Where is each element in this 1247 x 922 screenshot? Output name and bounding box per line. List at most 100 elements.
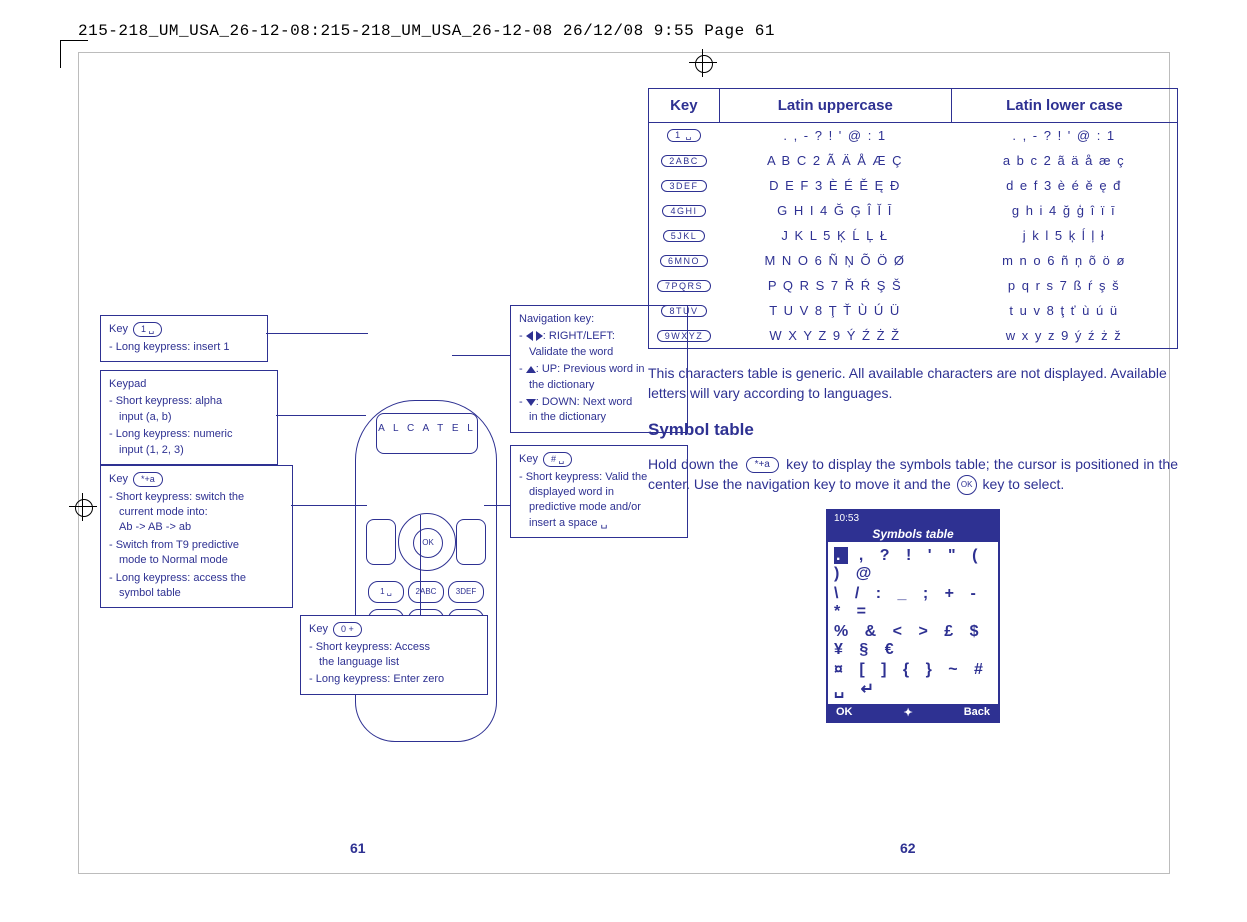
callout-title: Keypad bbox=[109, 378, 146, 390]
callout-line: symbol table bbox=[109, 586, 284, 601]
table-header-key: Key bbox=[649, 89, 720, 122]
key-badge-icon: 9WXYZ bbox=[657, 330, 712, 342]
table-lower-cell: d e f 3 è é ě ę đ bbox=[951, 173, 1177, 198]
registration-mark-icon bbox=[689, 49, 717, 77]
key-badge-icon: *+a bbox=[133, 472, 163, 487]
symbols-row: . , ? ! ' " ( ) @ bbox=[834, 546, 992, 584]
callout-line: input (1, 2, 3) bbox=[109, 443, 269, 458]
leader-line bbox=[452, 355, 510, 356]
key-badge-icon: 2ABC bbox=[661, 155, 707, 167]
callout-line: input (a, b) bbox=[109, 410, 269, 425]
ok-badge-icon: OK bbox=[957, 475, 977, 495]
table-key-cell: 4GHI bbox=[649, 198, 719, 223]
table-lower-cell: m n o 6 ñ ņ õ ö ø bbox=[951, 248, 1177, 273]
table-key-cell: 1 ␣ bbox=[649, 123, 719, 148]
callout-line: Ab -> AB -> ab bbox=[109, 520, 284, 535]
page-number-right: 62 bbox=[900, 840, 916, 856]
table-lower-cell: j k l 5 ķ ĺ ļ ł bbox=[951, 223, 1177, 248]
table-row: 3DEFD E F 3 È É Ě Ę Đd e f 3 è é ě ę đ bbox=[649, 173, 1177, 198]
leader-line bbox=[291, 505, 367, 506]
key-2-icon: 2ABC bbox=[408, 581, 444, 603]
key-badge-icon: *+a bbox=[746, 457, 779, 474]
triangle-left-icon bbox=[526, 331, 533, 341]
table-row: 9WXYZW X Y Z 9 Ý Ź Ż Žw x y z 9 ý ź ż ž bbox=[649, 323, 1177, 348]
nav-diamond-icon: ✦ bbox=[903, 706, 912, 719]
phone-brand-label: A L C A T E L bbox=[376, 413, 478, 454]
table-lower-cell: g h i 4 ğ ģ î ï ī bbox=[951, 198, 1177, 223]
callout-line: - Short keypress: switch the bbox=[109, 490, 284, 505]
table-key-cell: 2ABC bbox=[649, 148, 719, 173]
manual-spread: { "header": "215-218_UM_USA_26-12-08:215… bbox=[0, 0, 1247, 922]
symbol-instructions: Hold down the *+a key to display the sym… bbox=[648, 454, 1178, 496]
callout-key-zero: Key 0 + - Short keypress: Access the lan… bbox=[300, 615, 488, 695]
ok-key-icon: OK bbox=[413, 528, 443, 558]
softkey-ok-label: OK bbox=[836, 706, 853, 719]
softkey-right-icon bbox=[456, 519, 486, 565]
table-row: 6MNOM N O 6 Ñ Ņ Õ Ö Øm n o 6 ñ ņ õ ö ø bbox=[649, 248, 1177, 273]
triangle-down-icon bbox=[526, 399, 536, 406]
leader-line bbox=[420, 515, 421, 615]
callout-title: Key bbox=[109, 473, 128, 485]
note-text: This characters table is generic. All av… bbox=[648, 363, 1178, 404]
table-lower-cell: t u v 8 ţ ť ù ú ü bbox=[951, 298, 1177, 323]
table-key-cell: 5JKL bbox=[649, 223, 719, 248]
nav-key-icon: OK bbox=[398, 513, 456, 571]
symbols-row: \ / : _ ; + - * = bbox=[834, 584, 992, 622]
symbols-row: % & < > £ $ ¥ § € bbox=[834, 622, 992, 660]
callout-title: Navigation key: bbox=[519, 313, 594, 325]
callout-line: - Long keypress: numeric bbox=[109, 427, 269, 442]
callout-line: the language list bbox=[309, 655, 479, 670]
key-badge-icon: # ␣ bbox=[543, 452, 572, 467]
table-lower-cell: a b c 2 ã ä å æ ç bbox=[951, 148, 1177, 173]
table-upper-cell: J K L 5 Ķ Ĺ Ļ Ł bbox=[719, 223, 951, 248]
table-header-upper: Latin uppercase bbox=[720, 89, 952, 122]
key-badge-icon: 7PQRS bbox=[657, 280, 711, 292]
table-header-lower: Latin lower case bbox=[952, 89, 1177, 122]
key-badge-icon: 5JKL bbox=[663, 230, 706, 242]
table-upper-cell: G H I 4 Ğ Ģ Î Ĭ Ī bbox=[719, 198, 951, 223]
crop-mark bbox=[60, 40, 88, 41]
key-badge-icon: 3DEF bbox=[661, 180, 706, 192]
table-key-cell: 8TUV bbox=[649, 298, 719, 323]
table-key-cell: 9WXYZ bbox=[649, 323, 719, 348]
callout-title: Key bbox=[519, 453, 538, 465]
callout-key-1: Key 1 ␣ - Long keypress: insert 1 bbox=[100, 315, 268, 362]
callout-title: Key bbox=[109, 323, 128, 335]
table-upper-cell: A B C 2 Ã Ä Å Æ Ç bbox=[719, 148, 951, 173]
registration-mark-icon bbox=[69, 493, 97, 521]
crop-mark bbox=[60, 40, 61, 68]
table-upper-cell: W X Y Z 9 Ý Ź Ż Ž bbox=[719, 323, 951, 348]
table-upper-cell: . , - ? ! ' @ : 1 bbox=[719, 123, 951, 148]
table-upper-cell: P Q R S 7 Ř Ŕ Ş Š bbox=[719, 273, 951, 298]
symbols-table-screenshot: 10:53 Symbols table . , ? ! ' " ( ) @ \ … bbox=[826, 509, 1000, 723]
callout-line: mode to Normal mode bbox=[109, 553, 284, 568]
key-badge-icon: 8TUV bbox=[661, 305, 706, 317]
key-1-icon: 1 ␣ bbox=[368, 581, 404, 603]
symbols-row: ¤ [ ] { } ~ # ␣ ↵ bbox=[834, 660, 992, 700]
leader-line bbox=[276, 415, 366, 416]
leader-line bbox=[266, 333, 368, 334]
callout-keypad: Keypad - Short keypress: alpha input (a,… bbox=[100, 370, 278, 465]
table-upper-cell: M N O 6 Ñ Ņ Õ Ö Ø bbox=[719, 248, 951, 273]
status-time: 10:53 bbox=[834, 513, 859, 524]
table-key-cell: 7PQRS bbox=[649, 273, 719, 298]
callout-key-star: Key *+a - Short keypress: switch the cur… bbox=[100, 465, 293, 608]
callout-line: - Long keypress: insert 1 bbox=[109, 340, 259, 355]
callout-line: - Switch from T9 predictive bbox=[109, 538, 284, 553]
callout-line: - Short keypress: alpha bbox=[109, 394, 269, 409]
character-table: Key Latin uppercase Latin lower case 1 ␣… bbox=[648, 88, 1178, 349]
cursor-highlight-icon: . bbox=[834, 547, 848, 564]
triangle-up-icon bbox=[526, 366, 536, 373]
page-number-left: 61 bbox=[350, 840, 366, 856]
table-row: 8TUVT U V 8 Ţ Ť Ù Ú Üt u v 8 ţ ť ù ú ü bbox=[649, 298, 1177, 323]
leader-line bbox=[484, 505, 510, 506]
key-badge-icon: 0 + bbox=[333, 622, 362, 637]
key-badge-icon: 4GHI bbox=[662, 205, 705, 217]
section-heading: Symbol table bbox=[648, 420, 1178, 440]
callout-line: - Long keypress: access the bbox=[109, 571, 284, 586]
table-row: 4GHI G H I 4 Ğ Ģ Î Ĭ Īg h i 4 ğ ģ î ï ī bbox=[649, 198, 1177, 223]
key-3-icon: 3DEF bbox=[448, 581, 484, 603]
callout-line: current mode into: bbox=[109, 505, 284, 520]
table-lower-cell: . , - ? ! ' @ : 1 bbox=[951, 123, 1177, 148]
triangle-right-icon bbox=[536, 331, 543, 341]
